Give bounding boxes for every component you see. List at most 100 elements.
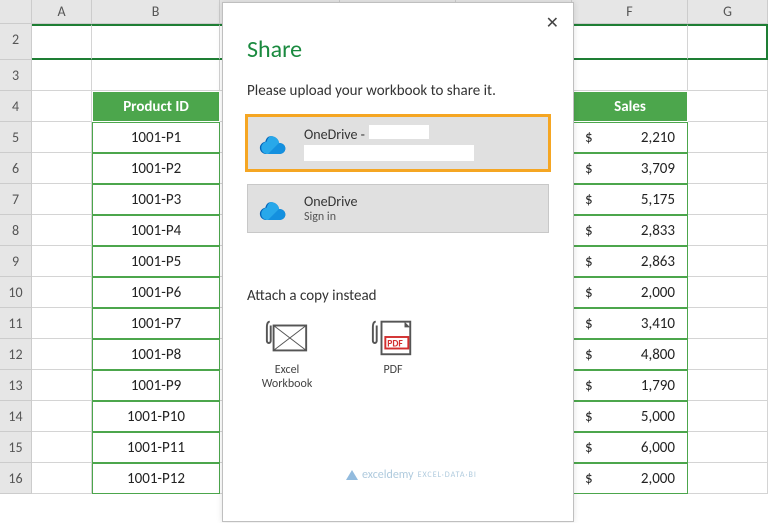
- cell-product-id[interactable]: 1001-P1: [92, 122, 220, 153]
- cell[interactable]: [32, 215, 92, 246]
- share-pane: ✕ Share Please upload your workbook to s…: [222, 2, 574, 522]
- row-header[interactable]: 6: [0, 153, 32, 184]
- cell[interactable]: [32, 339, 92, 370]
- cell-sales[interactable]: $2,833: [572, 215, 688, 246]
- onedrive-signin-button[interactable]: OneDrive Sign in: [247, 184, 549, 233]
- cell[interactable]: [688, 60, 768, 91]
- row-header[interactable]: 8: [0, 215, 32, 246]
- cell[interactable]: [572, 24, 688, 60]
- cell[interactable]: [32, 308, 92, 339]
- amount: 2,863: [641, 247, 675, 276]
- cell-sales[interactable]: $2,210: [572, 122, 688, 153]
- cell[interactable]: [688, 339, 768, 370]
- row-header[interactable]: 5: [0, 122, 32, 153]
- cell[interactable]: [32, 277, 92, 308]
- row-header[interactable]: 11: [0, 308, 32, 339]
- cell[interactable]: [32, 60, 92, 91]
- cell-sales[interactable]: $4,800: [572, 339, 688, 370]
- cell[interactable]: [688, 122, 768, 153]
- cell[interactable]: [688, 432, 768, 463]
- cell-product-id[interactable]: 1001-P5: [92, 246, 220, 277]
- row-header[interactable]: 14: [0, 401, 32, 432]
- currency: $: [585, 433, 593, 462]
- onedrive-sublabel: Sign in: [304, 210, 538, 224]
- cell[interactable]: [32, 24, 92, 60]
- row-header[interactable]: 4: [0, 91, 32, 122]
- cell[interactable]: [32, 432, 92, 463]
- cell[interactable]: [32, 122, 92, 153]
- cell-sales[interactable]: $3,410: [572, 308, 688, 339]
- cell-sales[interactable]: $6,000: [572, 432, 688, 463]
- cell-product-id[interactable]: 1001-P9: [92, 370, 220, 401]
- row-header[interactable]: 16: [0, 463, 32, 494]
- cell[interactable]: [572, 60, 688, 91]
- cell[interactable]: [92, 60, 220, 91]
- col-header-B[interactable]: B: [92, 0, 220, 23]
- row-header[interactable]: 10: [0, 277, 32, 308]
- cell-product-id[interactable]: 1001-P4: [92, 215, 220, 246]
- cell-sales[interactable]: $2,000: [572, 463, 688, 494]
- row-header[interactable]: 13: [0, 370, 32, 401]
- cell[interactable]: [32, 370, 92, 401]
- cell-product-id[interactable]: 1001-P3: [92, 184, 220, 215]
- currency: $: [585, 216, 593, 245]
- cell[interactable]: [688, 308, 768, 339]
- col-header-F[interactable]: F: [572, 0, 688, 23]
- cell-product-id[interactable]: 1001-P11: [92, 432, 220, 463]
- currency: $: [585, 247, 593, 276]
- redacted-mask: [369, 125, 429, 139]
- cell[interactable]: [688, 91, 768, 122]
- cell-product-id[interactable]: 1001-P10: [92, 401, 220, 432]
- table-header-sales[interactable]: Sales: [572, 91, 688, 122]
- onedrive-personal-button[interactable]: OneDrive -: [247, 116, 549, 170]
- cell-sales[interactable]: $2,863: [572, 246, 688, 277]
- cell[interactable]: [32, 463, 92, 494]
- cell-product-id[interactable]: 1001-P7: [92, 308, 220, 339]
- attach-pdf[interactable]: PDF PDF: [357, 317, 429, 391]
- col-header-G[interactable]: G: [688, 0, 768, 23]
- row-header[interactable]: 9: [0, 246, 32, 277]
- row-header[interactable]: 12: [0, 339, 32, 370]
- cell[interactable]: [92, 24, 220, 60]
- cell[interactable]: [688, 184, 768, 215]
- close-icon[interactable]: ✕: [546, 13, 559, 33]
- cell[interactable]: [688, 277, 768, 308]
- cell[interactable]: [32, 153, 92, 184]
- cell[interactable]: [688, 463, 768, 494]
- cell-product-id[interactable]: 1001-P6: [92, 277, 220, 308]
- row-header[interactable]: 15: [0, 432, 32, 463]
- attach-excel-label: Excel Workbook: [251, 363, 323, 391]
- onedrive-label: OneDrive: [304, 193, 538, 210]
- cell[interactable]: [688, 24, 768, 60]
- cell-sales[interactable]: $2,000: [572, 277, 688, 308]
- currency: $: [585, 309, 593, 338]
- row-header[interactable]: 3: [0, 60, 32, 91]
- cell-sales[interactable]: $1,790: [572, 370, 688, 401]
- cell[interactable]: [688, 370, 768, 401]
- amount: 2,000: [641, 278, 675, 307]
- table-header-product-id[interactable]: Product ID: [92, 91, 220, 122]
- cell-sales[interactable]: $3,709: [572, 153, 688, 184]
- amount: 2,833: [641, 216, 675, 245]
- select-all-corner[interactable]: [0, 0, 32, 23]
- cell[interactable]: [688, 246, 768, 277]
- cell[interactable]: [688, 153, 768, 184]
- cell[interactable]: [688, 401, 768, 432]
- currency: $: [585, 464, 593, 493]
- cell-product-id[interactable]: 1001-P8: [92, 339, 220, 370]
- attach-excel-workbook[interactable]: Excel Workbook: [251, 317, 323, 391]
- onedrive-icon: [258, 198, 292, 220]
- row-header[interactable]: 7: [0, 184, 32, 215]
- cell-sales[interactable]: $5,000: [572, 401, 688, 432]
- cell-product-id[interactable]: 1001-P2: [92, 153, 220, 184]
- amount: 2,000: [641, 464, 675, 493]
- cell-sales[interactable]: $5,175: [572, 184, 688, 215]
- cell-product-id[interactable]: 1001-P12: [92, 463, 220, 494]
- cell[interactable]: [688, 215, 768, 246]
- row-header[interactable]: 2: [0, 24, 32, 60]
- cell[interactable]: [32, 91, 92, 122]
- col-header-A[interactable]: A: [32, 0, 92, 23]
- cell[interactable]: [32, 246, 92, 277]
- cell[interactable]: [32, 401, 92, 432]
- cell[interactable]: [32, 184, 92, 215]
